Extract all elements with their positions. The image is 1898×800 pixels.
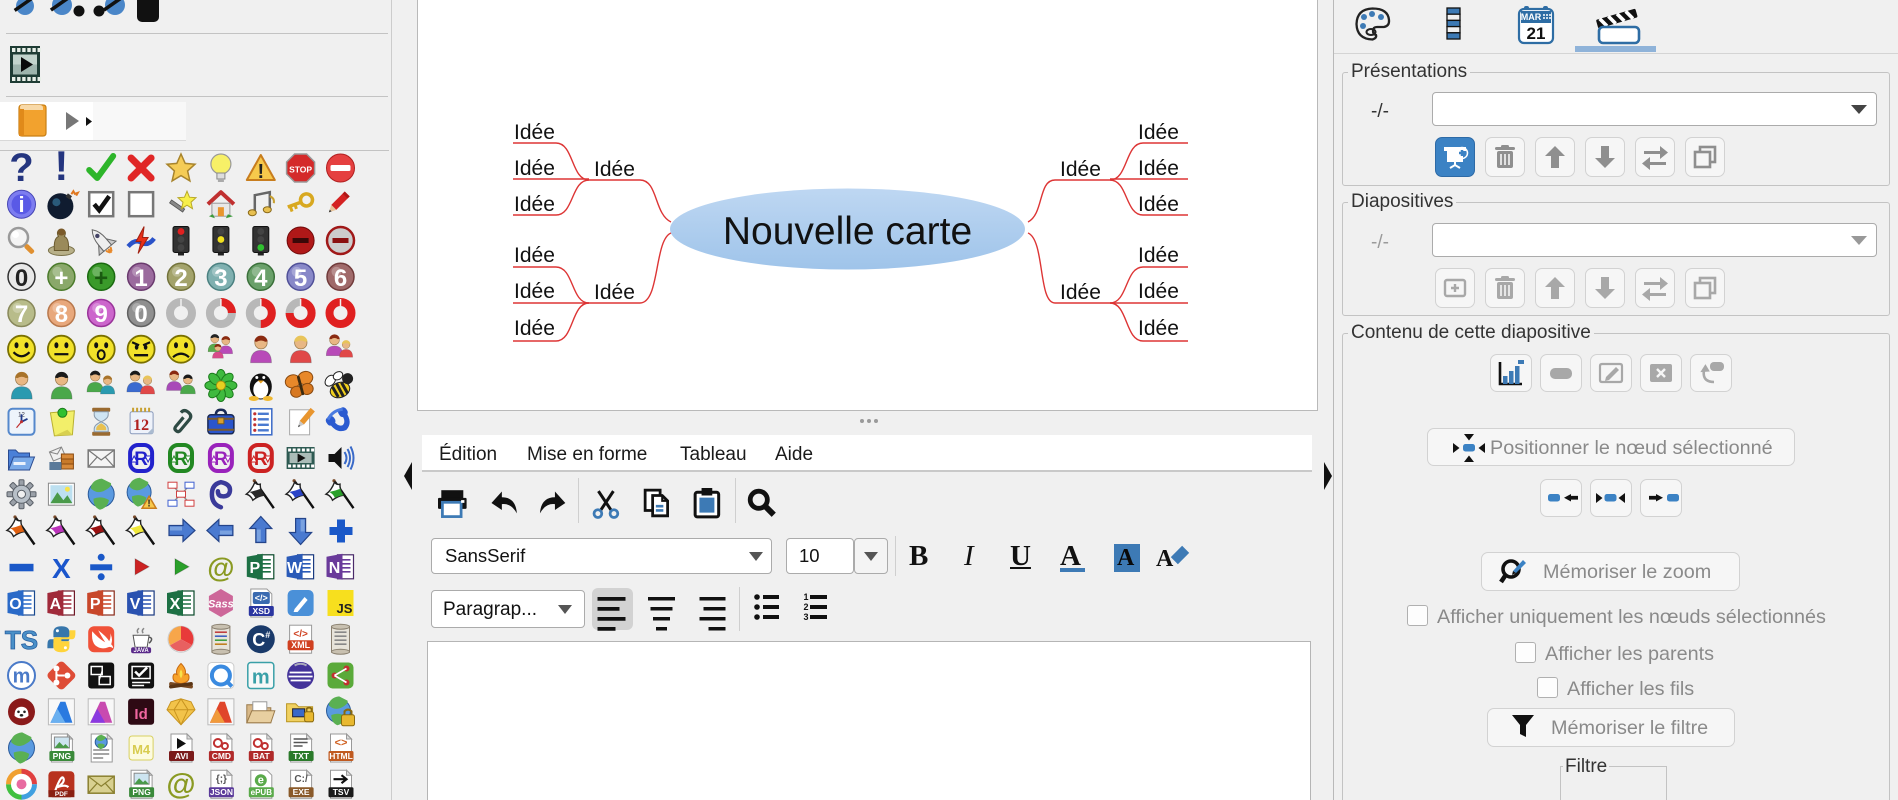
svg-text:TSV: TSV [333,787,350,797]
svg-text:A: A [50,596,62,613]
svg-text:W: W [287,560,303,577]
svg-text:PNG: PNG [53,751,72,761]
svg-text:Idée: Idée [514,244,555,267]
svg-text:5: 5 [294,265,307,292]
svg-text:6: 6 [334,265,347,292]
svg-text:HTML: HTML [329,751,353,761]
svg-text:7: 7 [15,301,28,328]
svg-text:?: ? [9,146,33,190]
svg-text:Idée: Idée [514,317,555,340]
svg-text:@: @ [166,768,195,800]
svg-text:{;}: {;} [216,774,227,785]
svg-text:Nouvelle carte: Nouvelle carte [723,210,972,253]
svg-text:Idée: Idée [514,280,555,303]
svg-text:#: # [265,630,270,640]
svg-text:1: 1 [134,265,147,292]
svg-text:Idée: Idée [1060,281,1101,304]
svg-text:3: 3 [214,265,227,292]
svg-text:PNG: PNG [132,787,151,797]
svg-text:X: X [170,596,181,613]
svg-text:Idée: Idée [1138,157,1179,180]
svg-text:4: 4 [254,265,268,292]
svg-text:i: i [18,192,24,217]
svg-text:</>: </> [293,629,308,640]
svg-text:V: V [130,596,141,613]
svg-text:!: ! [257,161,264,183]
svg-text:PDF: PDF [55,791,68,798]
svg-text:ePUB: ePUB [251,788,273,797]
svg-text:M4: M4 [132,742,151,757]
svg-text:1: 1 [803,592,808,602]
svg-text:Idée: Idée [514,193,555,216]
svg-text:!: ! [147,499,150,510]
svg-text:TS: TS [5,625,38,655]
svg-text:JS: JS [337,601,353,616]
svg-text:XSD: XSD [253,606,270,616]
svg-text:JSON: JSON [210,787,233,797]
svg-text:XML: XML [291,640,311,650]
svg-text:12: 12 [133,417,149,434]
svg-text:e: e [258,775,264,787]
svg-text:AVI: AVI [175,751,189,761]
svg-text:3: 3 [803,612,808,622]
svg-text:C:/: C:/ [294,774,308,785]
svg-text:<>: <> [335,737,348,749]
svg-text:Sass: Sass [208,599,234,611]
svg-text:0: 0 [15,265,28,292]
svg-text:P: P [90,596,101,613]
svg-text:9: 9 [95,301,108,328]
svg-text:X: X [52,553,71,584]
svg-text:P: P [249,560,260,577]
svg-text:STOP: STOP [289,165,312,175]
svg-text:EXE: EXE [293,787,310,797]
svg-text:Idée: Idée [1138,317,1179,340]
svg-text:+: + [94,265,108,292]
svg-text:CMD: CMD [212,751,231,761]
svg-text:BAT: BAT [253,751,271,761]
svg-text:+: + [54,265,68,292]
svg-text:2: 2 [174,265,187,292]
svg-text:m: m [252,667,270,689]
svg-text:C: C [252,630,265,650]
svg-text:N: N [329,560,341,577]
svg-text:2: 2 [803,602,808,612]
svg-text:Idée: Idée [1138,193,1179,216]
svg-text:O: O [9,596,21,613]
svg-text:JAVA: JAVA [134,648,150,654]
svg-text:Idée: Idée [514,121,555,144]
svg-text:Idée: Idée [594,281,635,304]
svg-text:Idée: Idée [594,158,635,181]
svg-text:</>: </> [255,593,268,603]
svg-text:Id: Id [134,706,147,723]
svg-text:0: 0 [134,301,147,328]
svg-text:Idée: Idée [1138,121,1179,144]
svg-text:Idée: Idée [1060,158,1101,181]
svg-text:m: m [13,666,31,688]
svg-text:8: 8 [55,301,68,328]
svg-text:@: @ [207,552,234,583]
svg-text:Idée: Idée [1138,244,1179,267]
svg-text:TXT: TXT [293,751,310,761]
svg-text:Idée: Idée [1138,280,1179,303]
svg-text:Idée: Idée [514,157,555,180]
